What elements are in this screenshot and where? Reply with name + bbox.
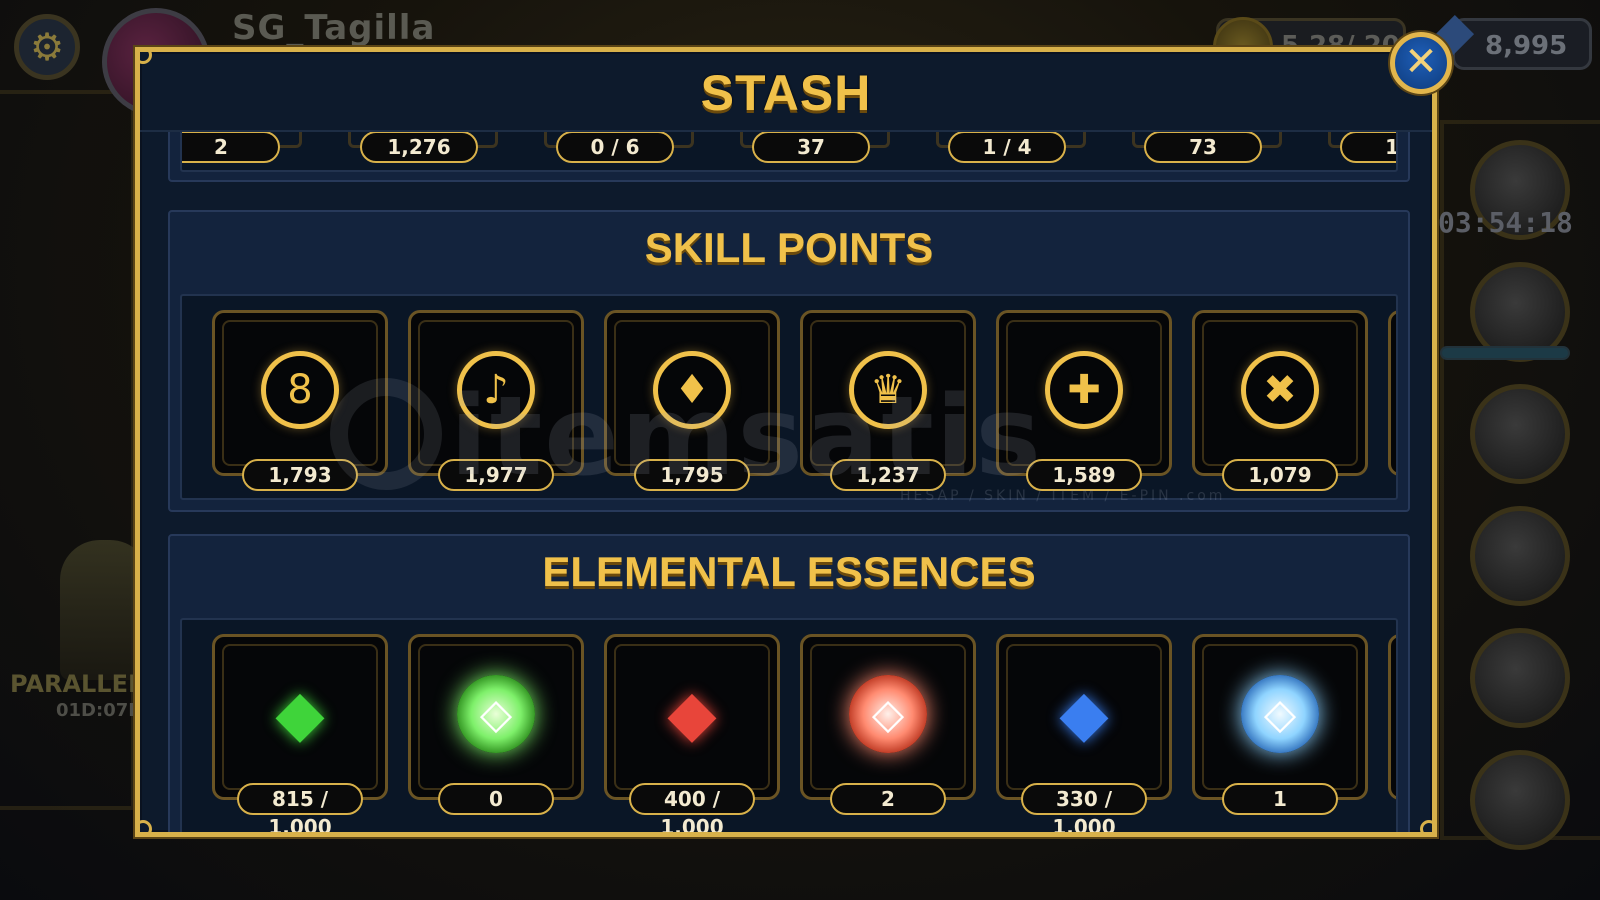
icon-glyph: 8 — [287, 366, 313, 413]
green-shard-icon: ◆ — [275, 676, 325, 751]
skill-point-card[interactable]: ✖ 1,079 — [1192, 310, 1368, 491]
essence-value: 2 — [830, 783, 946, 815]
icon-glyph: ♪ — [483, 366, 509, 413]
skill-point-card[interactable]: ♦ 1,795 — [604, 310, 780, 491]
essence-card[interactable]: ◆ 400 / 1,000 — [604, 634, 780, 832]
player-name: SG_Tagilla — [232, 8, 436, 48]
essence-card[interactable]: ◆ 815 / 1,000 — [212, 634, 388, 832]
item-count: 37 — [752, 132, 870, 163]
item-count: 16 — [1340, 132, 1396, 163]
crown-icon: ♛ — [849, 350, 927, 429]
close-button[interactable]: ✕ — [1390, 32, 1452, 94]
icon-glyph: ♛ — [870, 366, 906, 413]
item-count: 2 — [182, 132, 280, 163]
skill-point-value: 1,977 — [438, 459, 554, 491]
side-progress-bar — [1440, 346, 1570, 360]
icon-glyph: ✖ — [1263, 366, 1297, 413]
side-event-timer: 03:54:18 — [1438, 206, 1573, 239]
plus-cross-icon: ✚ — [1045, 350, 1123, 429]
skill-point-card-partial[interactable] — [1388, 310, 1396, 476]
essence-card[interactable]: ◇ 1 — [1192, 634, 1368, 815]
event-banner-timer: 01D:07H — [56, 700, 144, 721]
section-title: ELEMENTAL ESSENCES — [542, 548, 1036, 595]
essence-value: 815 / 1,000 — [237, 783, 363, 832]
modal-corner-ornament — [140, 52, 152, 64]
skill-point-value: 1,589 — [1026, 459, 1142, 491]
side-vault-button[interactable] — [1470, 506, 1570, 606]
red-orb-icon: ◇ — [849, 674, 927, 753]
settings-button[interactable]: ⚙ — [14, 14, 80, 80]
watermark-subtext: HESAP / SKIN / ITEM / E-PIN .com — [900, 488, 1226, 504]
section-title: SKILL POINTS — [644, 224, 934, 271]
side-tv-button[interactable] — [1470, 750, 1570, 850]
essence-card-partial[interactable] — [1388, 634, 1396, 800]
elemental-essences-section: ELEMENTAL ESSENCES ◆ 815 / 1,000 ◇ 0 ◆ 4… — [168, 534, 1410, 832]
essence-value: 0 — [438, 783, 554, 815]
essence-card[interactable]: ◇ 0 — [408, 634, 584, 815]
top-row-tray: 2 1,276 0 / 6 37 1 / 4 73 16 — [180, 132, 1398, 172]
watermark-logo-icon — [330, 378, 442, 490]
icon-glyph: ✚ — [1067, 366, 1101, 413]
blue-shard-icon: ◆ — [1059, 676, 1109, 751]
green-orb-icon: ◇ — [457, 674, 535, 753]
essence-card[interactable]: ◇ 2 — [800, 634, 976, 815]
skill-point-card[interactable]: ♛ 1,237 — [800, 310, 976, 491]
stash-section-top: 2 1,276 0 / 6 37 1 / 4 73 16 — [168, 132, 1410, 182]
eight-ball-icon: 8 — [261, 350, 339, 429]
essence-value: 330 / 1,000 — [1021, 783, 1147, 832]
skill-point-value: 1,079 — [1222, 459, 1338, 491]
gem-counter[interactable]: 8,995 — [1429, 14, 1592, 70]
elemental-essences-tray: ◆ 815 / 1,000 ◇ 0 ◆ 400 / 1,000 ◇ 2 ◆ 33… — [180, 618, 1398, 832]
gem-value: 8,995 — [1485, 31, 1568, 61]
item-count: 73 — [1144, 132, 1262, 163]
blue-orb-icon: ◇ — [1241, 674, 1319, 753]
item-count: 1 / 4 — [948, 132, 1066, 163]
gear-icon: ⚙ — [29, 25, 65, 69]
side-character-redhead-button[interactable] — [1470, 384, 1570, 484]
saxophone-icon: ♪ — [457, 350, 535, 429]
modal-title: STASH — [700, 65, 872, 121]
diamond-icon: ♦ — [653, 350, 731, 429]
stash-scroll-area[interactable]: 2 1,276 0 / 6 37 1 / 4 73 16 SKILL POINT… — [140, 132, 1432, 832]
skill-point-value: 1,237 — [830, 459, 946, 491]
side-bag-button[interactable] — [1470, 628, 1570, 728]
item-count: 1,276 — [360, 132, 478, 163]
essence-value: 1 — [1222, 783, 1338, 815]
item-count: 0 / 6 — [556, 132, 674, 163]
crossed-hammers-icon: ✖ — [1241, 350, 1319, 429]
close-icon: ✕ — [1404, 38, 1438, 85]
essence-card[interactable]: ◆ 330 / 1,000 — [996, 634, 1172, 832]
icon-glyph: ♦ — [674, 366, 710, 413]
skill-point-value: 1,795 — [634, 459, 750, 491]
essence-value: 400 / 1,000 — [629, 783, 755, 832]
red-shard-icon: ◆ — [667, 676, 717, 751]
skill-point-card[interactable]: ✚ 1,589 — [996, 310, 1172, 491]
